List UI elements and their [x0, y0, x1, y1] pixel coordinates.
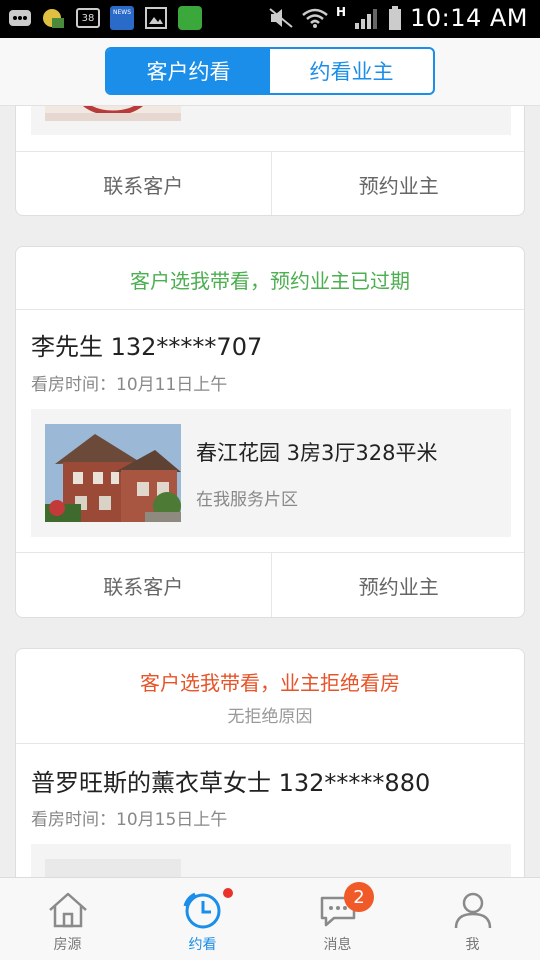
appointment-list[interactable]: 联系客户 预约业主 客户选我带看，预约业主已过期 李先生 132*****707… — [0, 106, 540, 877]
tab-customer-viewing[interactable]: 客户约看 — [107, 49, 270, 93]
green-app-icon — [178, 6, 202, 30]
appointment-card: 客户选我带看，预约业主已过期 李先生 132*****707 看房时间：10月1… — [15, 246, 525, 618]
contact-customer-button[interactable]: 联系客户 — [16, 152, 271, 215]
book-owner-button[interactable]: 预约业主 — [270, 152, 525, 215]
tab-label: 约看 — [188, 937, 217, 953]
clock-time: 10:14 AM — [410, 4, 528, 32]
segmented-control: 客户约看 约看业主 — [105, 47, 435, 95]
reject-reason: 无拒绝原因 — [227, 707, 313, 727]
contact-customer-button[interactable]: 联系客户 — [16, 553, 271, 617]
book-owner-button[interactable]: 预约业主 — [270, 553, 525, 617]
appointment-card: 联系客户 预约业主 — [15, 106, 525, 216]
signal-icon — [355, 9, 378, 29]
top-header: 客户约看 约看业主 — [0, 38, 540, 106]
battery-icon — [389, 6, 402, 30]
notification-icons: 38 NEWS — [8, 6, 202, 30]
house-summary[interactable] — [31, 844, 511, 877]
house-area-tag: 在我服务片区 — [196, 490, 298, 510]
status-text: 客户选我带看，业主拒绝看房 — [140, 671, 400, 695]
bottom-tab-bar: 房源 约看 消息 我 2 — [0, 877, 540, 960]
tab-messages[interactable]: 消息 — [270, 878, 405, 960]
tab-listings[interactable]: 房源 — [0, 878, 135, 960]
house-thumbnail — [45, 424, 181, 522]
house-thumbnail — [45, 859, 181, 877]
mute-icon — [269, 8, 293, 28]
clock-icon — [183, 892, 220, 929]
tab-label: 我 — [465, 937, 480, 953]
card-actions: 联系客户 预约业主 — [16, 552, 525, 617]
appointment-card: 客户选我带看，业主拒绝看房 无拒绝原因 普罗旺斯的薰衣草女士 132*****8… — [15, 648, 525, 877]
person-icon — [454, 892, 491, 929]
message-icon — [8, 6, 32, 30]
gallery-icon — [144, 6, 168, 30]
viewing-time: 看房时间：10月15日上午 — [31, 810, 228, 830]
viewing-time: 看房时间：10月11日上午 — [31, 375, 228, 395]
system-icons: H 10:14 AM — [268, 4, 528, 32]
house-summary[interactable] — [31, 106, 511, 135]
house-thumbnail — [45, 106, 181, 121]
message-count-badge: 2 — [344, 882, 374, 912]
house-icon — [48, 892, 87, 928]
status-bar: 38 NEWS H 10:14 AM — [0, 0, 540, 38]
house-title: 春江花园 3房3厅328平米 — [196, 441, 438, 465]
wifi-icon — [302, 8, 328, 28]
unread-dot — [223, 888, 233, 898]
status-row: 客户选我带看，业主拒绝看房 无拒绝原因 — [16, 649, 524, 744]
house-summary[interactable]: 春江花园 3房3厅328平米 在我服务片区 — [31, 409, 511, 537]
app-icon — [42, 6, 66, 30]
card-actions: 联系客户 预约业主 — [16, 151, 525, 215]
tab-label: 消息 — [323, 937, 352, 953]
news-icon: NEWS — [110, 6, 134, 30]
customer-name-phone: 李先生 132*****707 — [31, 333, 263, 361]
count-badge-icon: 38 — [76, 8, 100, 28]
tab-appointments[interactable]: 约看 — [135, 878, 270, 960]
network-type: H — [336, 5, 347, 19]
tab-label: 房源 — [53, 937, 82, 953]
customer-name-phone: 普罗旺斯的薰衣草女士 132*****880 — [31, 769, 431, 797]
status-row: 客户选我带看，预约业主已过期 — [16, 247, 524, 310]
tab-owner-viewing[interactable]: 约看业主 — [270, 49, 433, 93]
tab-me[interactable]: 我 — [405, 878, 540, 960]
status-text: 客户选我带看，预约业主已过期 — [130, 269, 410, 293]
